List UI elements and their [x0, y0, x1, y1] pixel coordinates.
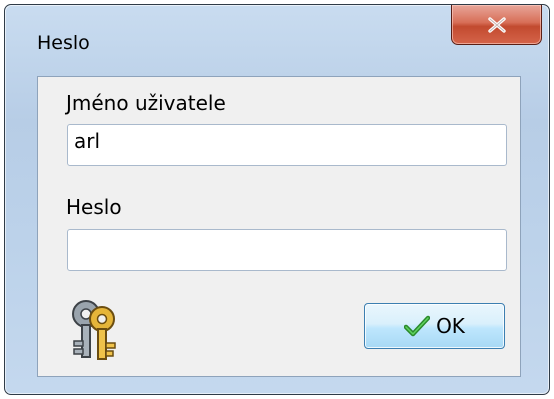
username-field[interactable]: arl [67, 124, 507, 166]
close-button[interactable] [451, 5, 542, 45]
window-title: Heslo [37, 32, 90, 54]
password-field[interactable] [67, 229, 507, 271]
ok-button-label: OK [436, 314, 465, 338]
password-dialog: Heslo Jméno uživatele arl Heslo OK [4, 4, 550, 395]
password-label: Heslo [66, 195, 122, 219]
username-label: Jméno uživatele [66, 91, 226, 115]
dialog-body: Jméno uživatele arl Heslo OK [37, 76, 521, 377]
keys-icon [72, 300, 116, 360]
title-bar[interactable]: Heslo [5, 5, 549, 73]
ok-button[interactable]: OK [364, 303, 505, 349]
close-x-icon [487, 16, 506, 33]
checkmark-icon [404, 315, 431, 337]
